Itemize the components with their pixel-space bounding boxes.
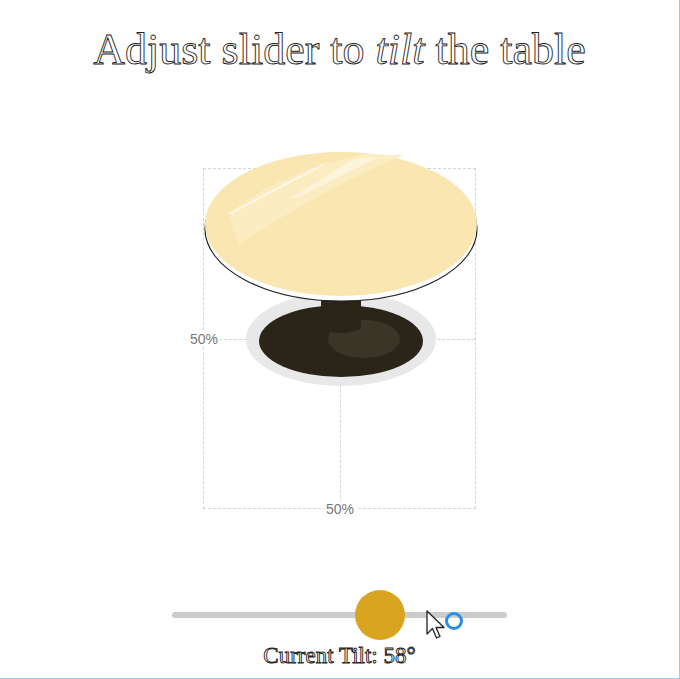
column-guide-label: 50%	[324, 501, 356, 517]
table-stage: 50% 50%	[203, 168, 476, 509]
click-ring-icon	[444, 611, 464, 631]
mouse-pointer-icon	[425, 610, 447, 640]
tilt-page: Adjust slider to tilt the table 50% 50%	[0, 0, 680, 679]
table-figure	[204, 169, 477, 510]
row-guide-label: 50%	[188, 331, 220, 347]
title-trail: the table	[435, 22, 585, 78]
slider-thumb[interactable]	[355, 590, 405, 640]
tilt-slider[interactable]	[172, 590, 507, 640]
tilt-reading: Current Tilt: 58°	[263, 642, 415, 670]
page-title: Adjust slider to tilt the table	[93, 22, 586, 78]
title-emphasis: tilt	[376, 22, 425, 78]
title-lead: Adjust slider to	[93, 22, 364, 78]
